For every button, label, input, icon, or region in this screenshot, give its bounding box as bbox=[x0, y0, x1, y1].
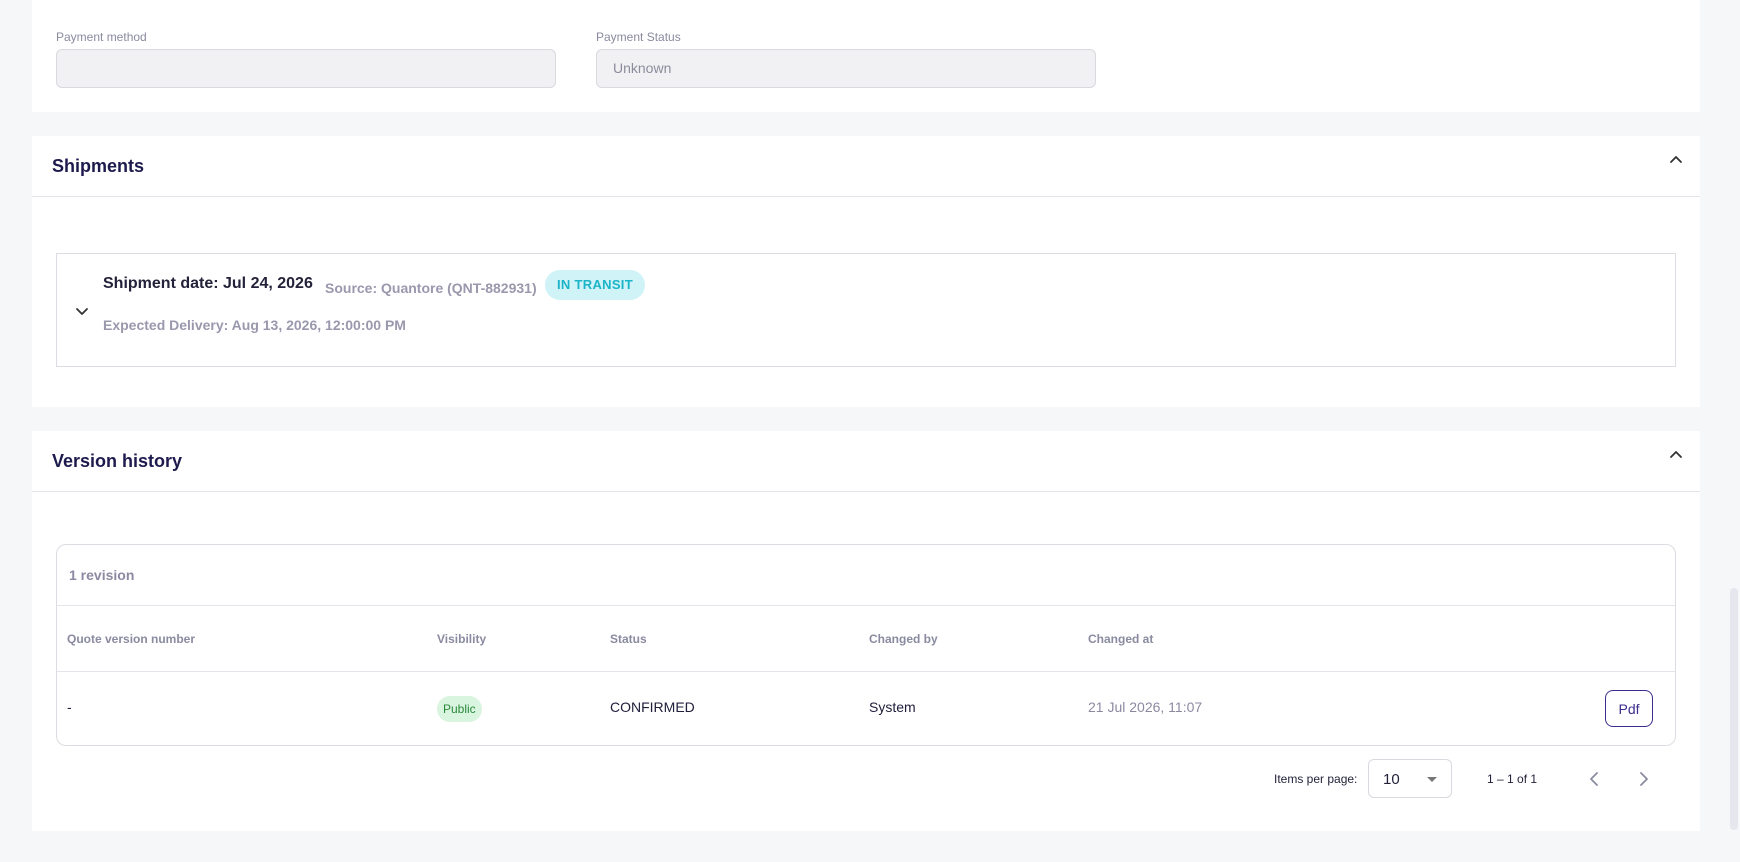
version-history-card: Version history 1 revision Quote version… bbox=[32, 431, 1700, 831]
version-history-header[interactable]: Version history bbox=[32, 431, 1700, 492]
version-table: 1 revision Quote version number Visibili… bbox=[56, 544, 1676, 746]
pagination-range: 1 – 1 of 1 bbox=[1487, 772, 1538, 786]
column-header-status: Status bbox=[610, 632, 647, 646]
column-header-changed-at: Changed at bbox=[1088, 632, 1154, 646]
items-per-page-select[interactable]: 10 bbox=[1368, 759, 1452, 798]
shipments-card: Shipments Shipment date: Jul 24, 2026 So… bbox=[32, 136, 1700, 407]
cell-changed-at: 21 Jul 2026, 11:07 bbox=[1088, 699, 1203, 715]
payment-status-label: Payment Status bbox=[596, 30, 681, 44]
table-row: - Public CONFIRMED System 21 Jul 2026, 1… bbox=[57, 672, 1675, 745]
cell-version: - bbox=[67, 699, 72, 715]
scrollbar-thumb[interactable] bbox=[1730, 588, 1738, 830]
expected-delivery: Expected Delivery: Aug 13, 2026, 12:00:0… bbox=[103, 317, 406, 333]
pdf-button[interactable]: Pdf bbox=[1605, 690, 1653, 727]
version-history-title: Version history bbox=[52, 451, 183, 471]
shipment-date: Shipment date: Jul 24, 2026 bbox=[103, 275, 313, 292]
cell-status: CONFIRMED bbox=[610, 699, 695, 715]
chevron-right-icon[interactable] bbox=[1631, 767, 1655, 791]
items-per-page-label: Items per page: bbox=[1274, 772, 1358, 786]
chevron-down-icon[interactable] bbox=[73, 302, 91, 320]
chevron-left-icon[interactable] bbox=[1583, 767, 1607, 791]
scrollbar[interactable] bbox=[1728, 0, 1740, 862]
chevron-up-icon[interactable] bbox=[1666, 445, 1686, 465]
column-header-version: Quote version number bbox=[67, 632, 196, 646]
payment-card: Payment method Payment Status Unknown bbox=[32, 0, 1700, 112]
shipment-source: Source: Quantore (QNT-882931) bbox=[325, 280, 537, 296]
table-header: Quote version number Visibility Status C… bbox=[57, 605, 1675, 672]
shipments-title: Shipments bbox=[52, 156, 145, 176]
visibility-badge: Public bbox=[437, 696, 482, 722]
shipment-item: Shipment date: Jul 24, 2026 Source: Quan… bbox=[56, 253, 1676, 367]
cell-changed-by: System bbox=[869, 699, 916, 715]
caret-down-icon bbox=[1427, 777, 1437, 782]
payment-status-field[interactable]: Unknown bbox=[596, 49, 1096, 88]
revision-count: 1 revision bbox=[69, 567, 135, 583]
column-header-visibility: Visibility bbox=[437, 632, 487, 646]
column-header-changed-by: Changed by bbox=[869, 632, 938, 646]
chevron-up-icon[interactable] bbox=[1666, 150, 1686, 170]
shipments-header[interactable]: Shipments bbox=[32, 136, 1700, 197]
payment-method-label: Payment method bbox=[56, 30, 147, 44]
status-badge: IN TRANSIT bbox=[545, 270, 645, 300]
payment-method-field[interactable] bbox=[56, 49, 556, 88]
items-per-page-value: 10 bbox=[1383, 771, 1400, 788]
